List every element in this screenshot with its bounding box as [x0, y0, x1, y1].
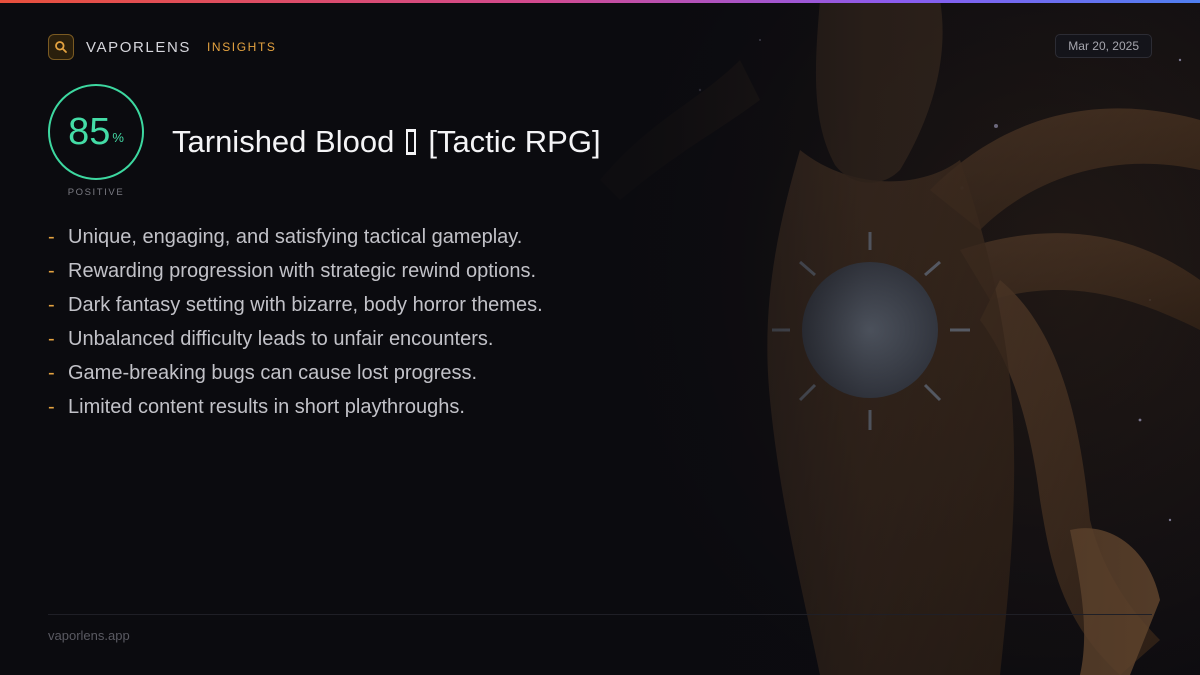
bullet-text: Game-breaking bugs can cause lost progre… [68, 361, 478, 384]
brand-tag: INSIGHTS [207, 40, 277, 54]
date-badge: Mar 20, 2025 [1055, 34, 1152, 58]
game-title-genre: [Tactic RPG] [428, 124, 601, 159]
bullet-marker: - [48, 361, 55, 384]
list-item: - Dark fantasy setting with bizarre, body… [48, 288, 543, 322]
game-title-main: Tarnished Blood [172, 124, 395, 159]
top-gradient-bar [0, 0, 1200, 3]
footer-divider [48, 614, 1152, 615]
score-label: POSITIVE [67, 187, 125, 198]
summary-list: - Unique, engaging, and satisfying tactic… [48, 220, 543, 424]
bullet-text: Limited content results in short playthr… [68, 395, 465, 418]
bullet-marker: - [48, 395, 55, 418]
bullet-text: Unique, engaging, and satisfying tactica… [68, 225, 523, 248]
bullet-marker: - [48, 259, 55, 282]
bullet-text: Dark fantasy setting with bizarre, body … [68, 293, 543, 316]
list-item: - Rewarding progression with strategic re… [48, 254, 543, 288]
score-unit: % [112, 129, 124, 145]
bullet-marker: - [48, 293, 55, 316]
bullet-marker: - [48, 327, 55, 350]
list-item: - Unbalanced difficulty leads to unfair e… [48, 322, 543, 356]
list-item: - Unique, engaging, and satisfying tactic… [48, 220, 543, 254]
footer-url-link[interactable]: vaporlens.app [48, 628, 130, 643]
score-value: 85 [68, 111, 111, 153]
bullet-text: Unbalanced difficulty leads to unfair en… [68, 327, 494, 350]
list-item: - Limited content results in short playth… [48, 390, 543, 424]
brand: VAPORLENS INSIGHTS [48, 33, 276, 61]
brand-name: VAPORLENS [86, 38, 191, 56]
missing-glyph-icon [406, 129, 417, 155]
search-icon [48, 34, 74, 60]
bullet-marker: - [48, 225, 55, 248]
game-title: Tarnished Blood [Tactic RPG] [172, 122, 601, 162]
list-item: - Game-breaking bugs can cause lost progr… [48, 356, 543, 390]
bullet-text: Rewarding progression with strategic rew… [68, 259, 537, 282]
score-gauge: 85% [48, 84, 144, 180]
